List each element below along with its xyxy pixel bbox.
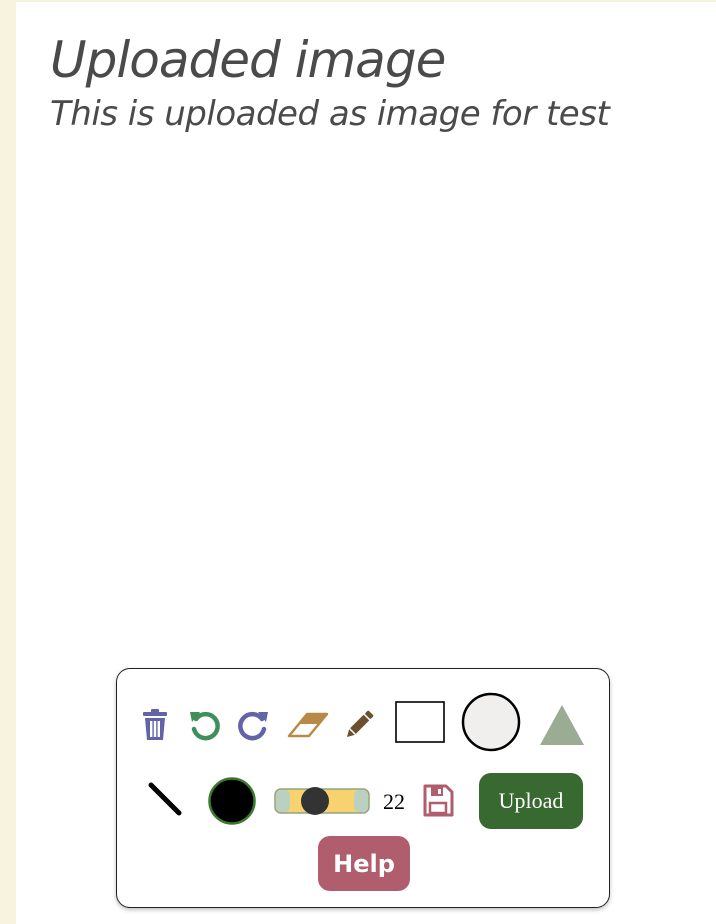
color-picker[interactable] <box>207 776 257 826</box>
circle-tool[interactable] <box>461 692 521 752</box>
save-icon[interactable] <box>421 783 455 819</box>
triangle-tool[interactable] <box>539 703 585 747</box>
drawing-toolbar: 22 Upload Help <box>116 668 610 908</box>
stroke-size-slider[interactable] <box>273 785 371 817</box>
pencil-icon[interactable] <box>341 707 377 743</box>
stroke-size-value: 22 <box>383 789 405 814</box>
line-tool[interactable] <box>147 781 183 817</box>
undo-icon[interactable] <box>187 707 223 743</box>
page-subtitle: This is uploaded as image for test <box>50 94 610 134</box>
top-margin-strip <box>16 0 716 2</box>
header: Uploaded image This is uploaded as image… <box>50 28 610 136</box>
page-title: Uploaded image <box>50 31 446 89</box>
left-margin-strip <box>0 0 16 924</box>
trash-icon[interactable] <box>141 707 169 743</box>
redo-icon[interactable] <box>235 707 271 743</box>
upload-button[interactable]: Upload <box>479 773 583 829</box>
help-button[interactable]: Help <box>318 836 410 891</box>
eraser-icon[interactable] <box>287 707 329 743</box>
rectangle-tool[interactable] <box>394 701 445 743</box>
